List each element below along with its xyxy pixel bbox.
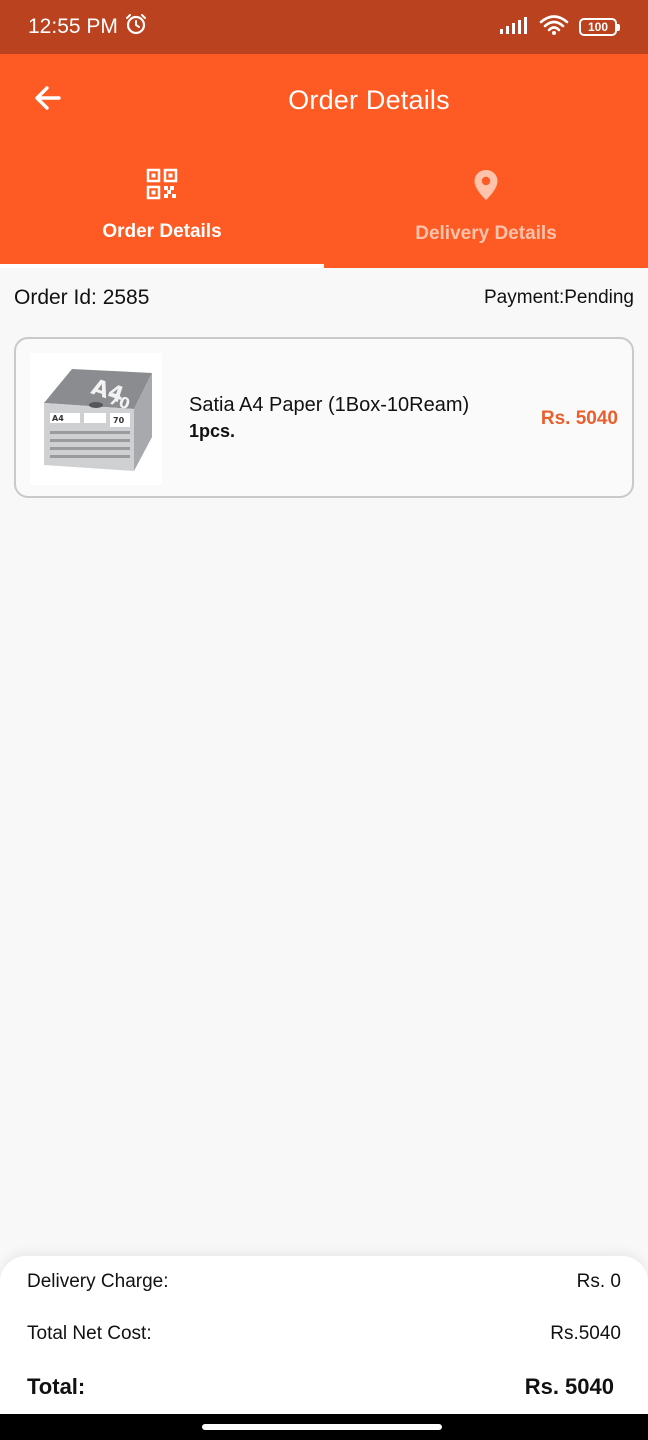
net-cost-row: Total Net Cost: Rs.5040: [27, 1323, 621, 1345]
product-image: A4 70 A4 70: [30, 353, 162, 485]
battery-icon: 100: [579, 18, 620, 36]
total-label: Total:: [27, 1374, 86, 1399]
product-info: Satia A4 Paper (1Box-10Ream) 1pcs.: [189, 394, 469, 442]
total-value: Rs. 5040: [524, 1374, 614, 1399]
order-item-card[interactable]: A4 70 A4 70 Satia A4 Paper (1Box-10Ream)…: [14, 337, 634, 498]
tab-order-details-label: Order Details: [102, 221, 222, 242]
battery-level: 100: [587, 20, 609, 34]
delivery-charge-value: Rs. 0: [576, 1271, 621, 1292]
order-details-screen: 12:55 PM 100 Order Details Order Details…: [0, 0, 648, 1440]
tab-selected-indicator: [0, 264, 324, 268]
order-id: Order Id: 2585: [14, 286, 150, 309]
delivery-charge-label: Delivery Charge:: [27, 1271, 169, 1292]
product-name: Satia A4 Paper (1Box-10Ream): [189, 394, 470, 416]
arrow-left-icon: [33, 83, 63, 118]
home-gesture-bar[interactable]: [202, 1424, 442, 1430]
payment-status: Payment:Pending: [484, 287, 634, 308]
order-info-row: Order Id: 2585 Payment:Pending: [14, 283, 634, 313]
status-bar: 12:55 PM 100: [0, 0, 648, 54]
qr-code-icon: [146, 168, 178, 205]
tab-delivery-details-label: Delivery Details: [415, 223, 557, 244]
net-cost-label: Total Net Cost:: [27, 1323, 152, 1344]
back-button[interactable]: [26, 78, 70, 122]
tab-bar: Order Details Delivery Details: [0, 146, 648, 268]
alarm-icon: [124, 12, 148, 42]
delivery-charge-row: Delivery Charge: Rs. 0: [27, 1271, 621, 1293]
product-price: Rs. 5040: [540, 408, 618, 429]
product-quantity: 1pcs.: [189, 421, 236, 441]
wifi-icon: [539, 14, 569, 41]
app-bar: Order Details: [0, 54, 648, 146]
order-summary-panel: Delivery Charge: Rs. 0 Total Net Cost: R…: [0, 1256, 648, 1414]
system-navigation-bar: [0, 1414, 648, 1440]
total-row: Total: Rs. 5040: [27, 1374, 614, 1400]
svg-text:70: 70: [113, 416, 125, 425]
tab-delivery-details[interactable]: Delivery Details: [324, 146, 648, 268]
signal-icon: [499, 16, 529, 39]
status-time: 12:55 PM: [28, 15, 118, 38]
svg-text:A4: A4: [52, 414, 64, 423]
tab-order-details[interactable]: Order Details: [0, 146, 324, 268]
net-cost-value: Rs.5040: [550, 1323, 621, 1344]
page-title: Order Details: [288, 84, 450, 115]
location-pin-icon: [471, 168, 501, 207]
